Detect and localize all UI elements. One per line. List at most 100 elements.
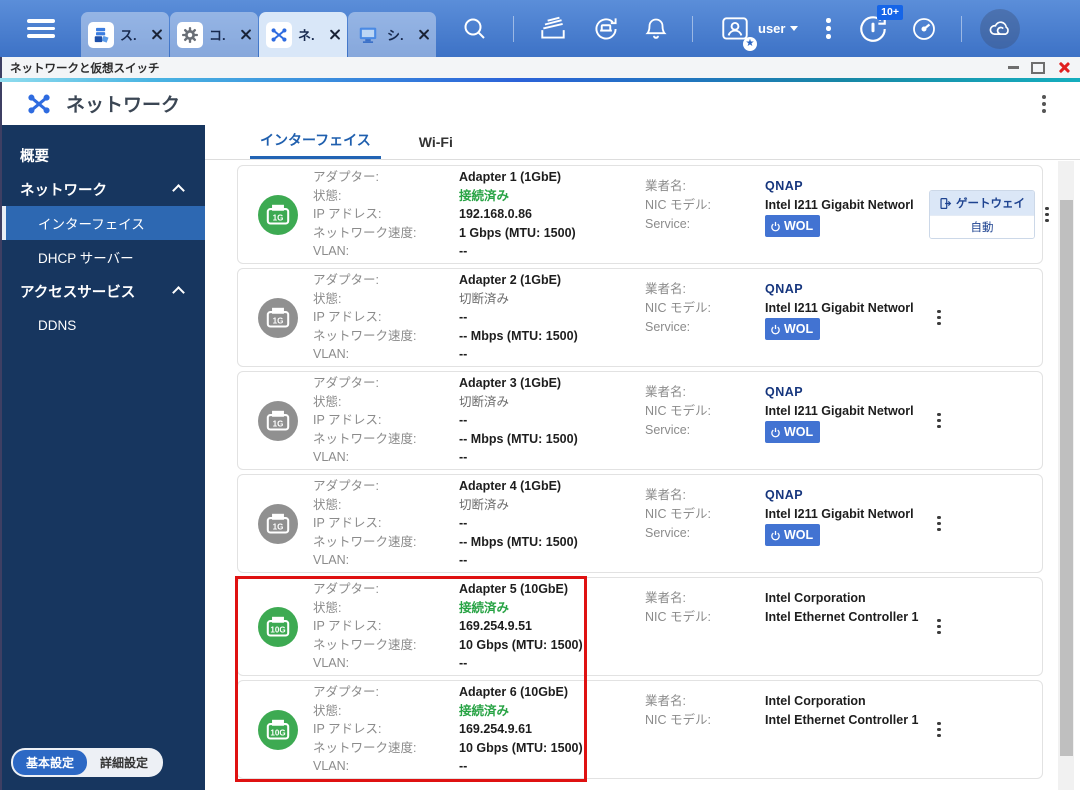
maximize-icon[interactable] <box>1031 61 1045 74</box>
tab-control-panel[interactable]: コ. <box>170 12 258 57</box>
wol-badge[interactable]: WOL <box>765 421 821 443</box>
adapter-name: Adapter 2 (1GbE) <box>459 273 562 288</box>
collapse-chevron-icon[interactable] <box>172 286 185 299</box>
user-name-label[interactable]: user <box>758 21 785 36</box>
sync-icon[interactable] <box>590 13 622 45</box>
close-tab-icon[interactable] <box>328 28 341 41</box>
adapter-name: Adapter 1 (1GbE) <box>459 170 562 185</box>
adapter-label: アダプター: <box>313 273 379 288</box>
vlan-value: -- <box>459 244 468 259</box>
scrollbar-track[interactable] <box>1058 161 1074 790</box>
service-value: WOL <box>765 318 927 341</box>
adapter-menu-icon[interactable] <box>937 515 941 532</box>
nic-model-value: Intel I211 Gigabit Networl <box>765 301 914 315</box>
ip-value: -- <box>459 310 468 325</box>
tab-label: ネ. <box>298 28 315 43</box>
adapter-label: アダプター: <box>313 582 379 597</box>
vendor-value: QNAP <box>765 282 804 296</box>
close-tab-icon[interactable] <box>417 28 430 41</box>
wol-badge[interactable]: WOL <box>765 318 821 340</box>
tab-interfaces[interactable]: インターフェイス <box>250 130 381 159</box>
vlan-value: -- <box>459 656 468 671</box>
sidebar-item-overview[interactable]: 概要 <box>2 138 205 172</box>
wol-badge[interactable]: WOL <box>765 215 821 237</box>
adapter-menu-icon[interactable] <box>937 309 941 326</box>
nic-model-label: NIC モデル: <box>645 198 711 212</box>
vlan-value: -- <box>459 553 468 568</box>
myqnapcloud-icon[interactable] <box>979 8 1020 49</box>
sidebar-item-interfaces[interactable]: インターフェイス <box>2 206 205 240</box>
ip-value: 192.168.0.86 <box>459 207 532 222</box>
basic-settings-button[interactable]: 基本設定 <box>13 750 88 775</box>
adapter-details: アダプター: Adapter 2 (1GbE) 状態: 切断済み IP アドレス: -… <box>313 271 627 364</box>
main-menu-button[interactable] <box>27 19 55 38</box>
close-window-icon[interactable] <box>1057 61 1070 74</box>
nic-details: 業者名: QNAP NIC モデル: Intel I211 Gigabit Netw… <box>645 177 927 238</box>
user-avatar-icon[interactable]: ★ <box>719 13 757 51</box>
adapter-menu-icon[interactable] <box>937 618 941 635</box>
firmware-update-icon[interactable]: 10+ <box>857 4 903 45</box>
wol-badge[interactable]: WOL <box>765 524 821 546</box>
user-dropdown-caret-icon[interactable] <box>790 26 799 31</box>
vendor-value: Intel Corporation <box>765 591 866 605</box>
nic-model-value: Intel Ethernet Controller 1 <box>765 610 919 624</box>
nic-model-label: NIC モデル: <box>645 713 711 727</box>
ip-label: IP アドレス: <box>313 516 382 531</box>
sidebar-item-label: インターフェイス <box>38 217 145 232</box>
settings-mode-toggle: 基本設定 詳細設定 <box>11 748 164 777</box>
vendor-label: 業者名: <box>645 694 686 708</box>
adapter-details: アダプター: Adapter 4 (1GbE) 状態: 切断済み IP アドレス: -… <box>313 477 627 570</box>
nic-model-value: Intel I211 Gigabit Networl <box>765 507 914 521</box>
status-label: 状態: <box>313 703 342 718</box>
adapter-card: 10G アダプター: Adapter 5 (10GbE) 状態: 接続済み IP ア… <box>237 577 1043 676</box>
svg-text:1G: 1G <box>273 419 284 428</box>
adapter-menu-icon[interactable] <box>937 412 941 429</box>
service-value: WOL <box>765 524 927 547</box>
sidebar-group-access-services[interactable]: アクセスサービス <box>2 274 205 308</box>
sidebar-item-label: ネットワーク <box>20 182 107 199</box>
ethernet-port-icon: 1G <box>258 400 298 441</box>
control-panel-icon <box>177 21 203 48</box>
vlan-label: VLAN: <box>313 553 350 568</box>
ip-value: 169.254.9.51 <box>459 619 532 634</box>
app-options-icon[interactable] <box>1042 94 1046 113</box>
tab-system-monitor[interactable]: シ. <box>348 12 436 57</box>
status-value: 切断済み <box>459 394 510 409</box>
sidebar-group-network[interactable]: ネットワーク <box>2 172 205 206</box>
speed-label: ネットワーク速度: <box>313 534 417 549</box>
vendor-label: 業者名: <box>645 282 686 296</box>
vendor-label: 業者名: <box>645 385 686 399</box>
adapter-details: アダプター: Adapter 1 (1GbE) 状態: 接続済み IP アドレス: 1… <box>313 168 627 261</box>
search-icon[interactable] <box>461 15 489 43</box>
service-label: Service: <box>645 217 691 231</box>
resource-monitor-gauge-icon[interactable] <box>909 14 939 44</box>
gateway-button[interactable]: ゲートウェイ 自動 <box>929 190 1035 239</box>
adapter-label: アダプター: <box>313 170 379 185</box>
network-app-icon <box>28 94 50 113</box>
notifications-bell-icon[interactable] <box>642 15 670 43</box>
advanced-settings-button[interactable]: 詳細設定 <box>87 750 161 775</box>
adapter-menu-icon[interactable] <box>937 721 941 738</box>
scrollbar-thumb[interactable] <box>1059 200 1073 756</box>
status-label: 状態: <box>313 600 342 615</box>
adapter-menu-icon[interactable] <box>1045 206 1049 223</box>
status-value: 切断済み <box>459 291 510 306</box>
tab-wifi[interactable]: Wi-Fi <box>409 134 463 159</box>
close-tab-icon[interactable] <box>150 28 163 41</box>
collapse-chevron-icon[interactable] <box>172 184 185 197</box>
nic-model-label: NIC モデル: <box>645 610 711 624</box>
minimize-icon[interactable] <box>1008 66 1019 69</box>
background-tasks-icon[interactable] <box>538 14 568 44</box>
sidebar-item-ddns[interactable]: DDNS <box>2 308 205 342</box>
vendor-label: 業者名: <box>645 591 686 605</box>
adapter-details: アダプター: Adapter 3 (1GbE) 状態: 切断済み IP アドレス: -… <box>313 374 627 467</box>
speed-label: ネットワーク速度: <box>313 740 417 755</box>
adapter-card: 10G アダプター: Adapter 6 (10GbE) 状態: 接続済み IP ア… <box>237 680 1043 779</box>
more-options-icon[interactable] <box>826 18 831 39</box>
sidebar-item-dhcp-server[interactable]: DHCP サーバー <box>2 240 205 274</box>
adapter-name: Adapter 4 (1GbE) <box>459 479 562 494</box>
tab-storage-snapshots[interactable]: ス. <box>81 12 169 57</box>
close-tab-icon[interactable] <box>239 28 252 41</box>
tab-network-virtual-switch[interactable]: ネ. <box>259 12 347 57</box>
sidebar-item-label: DDNS <box>38 317 77 333</box>
